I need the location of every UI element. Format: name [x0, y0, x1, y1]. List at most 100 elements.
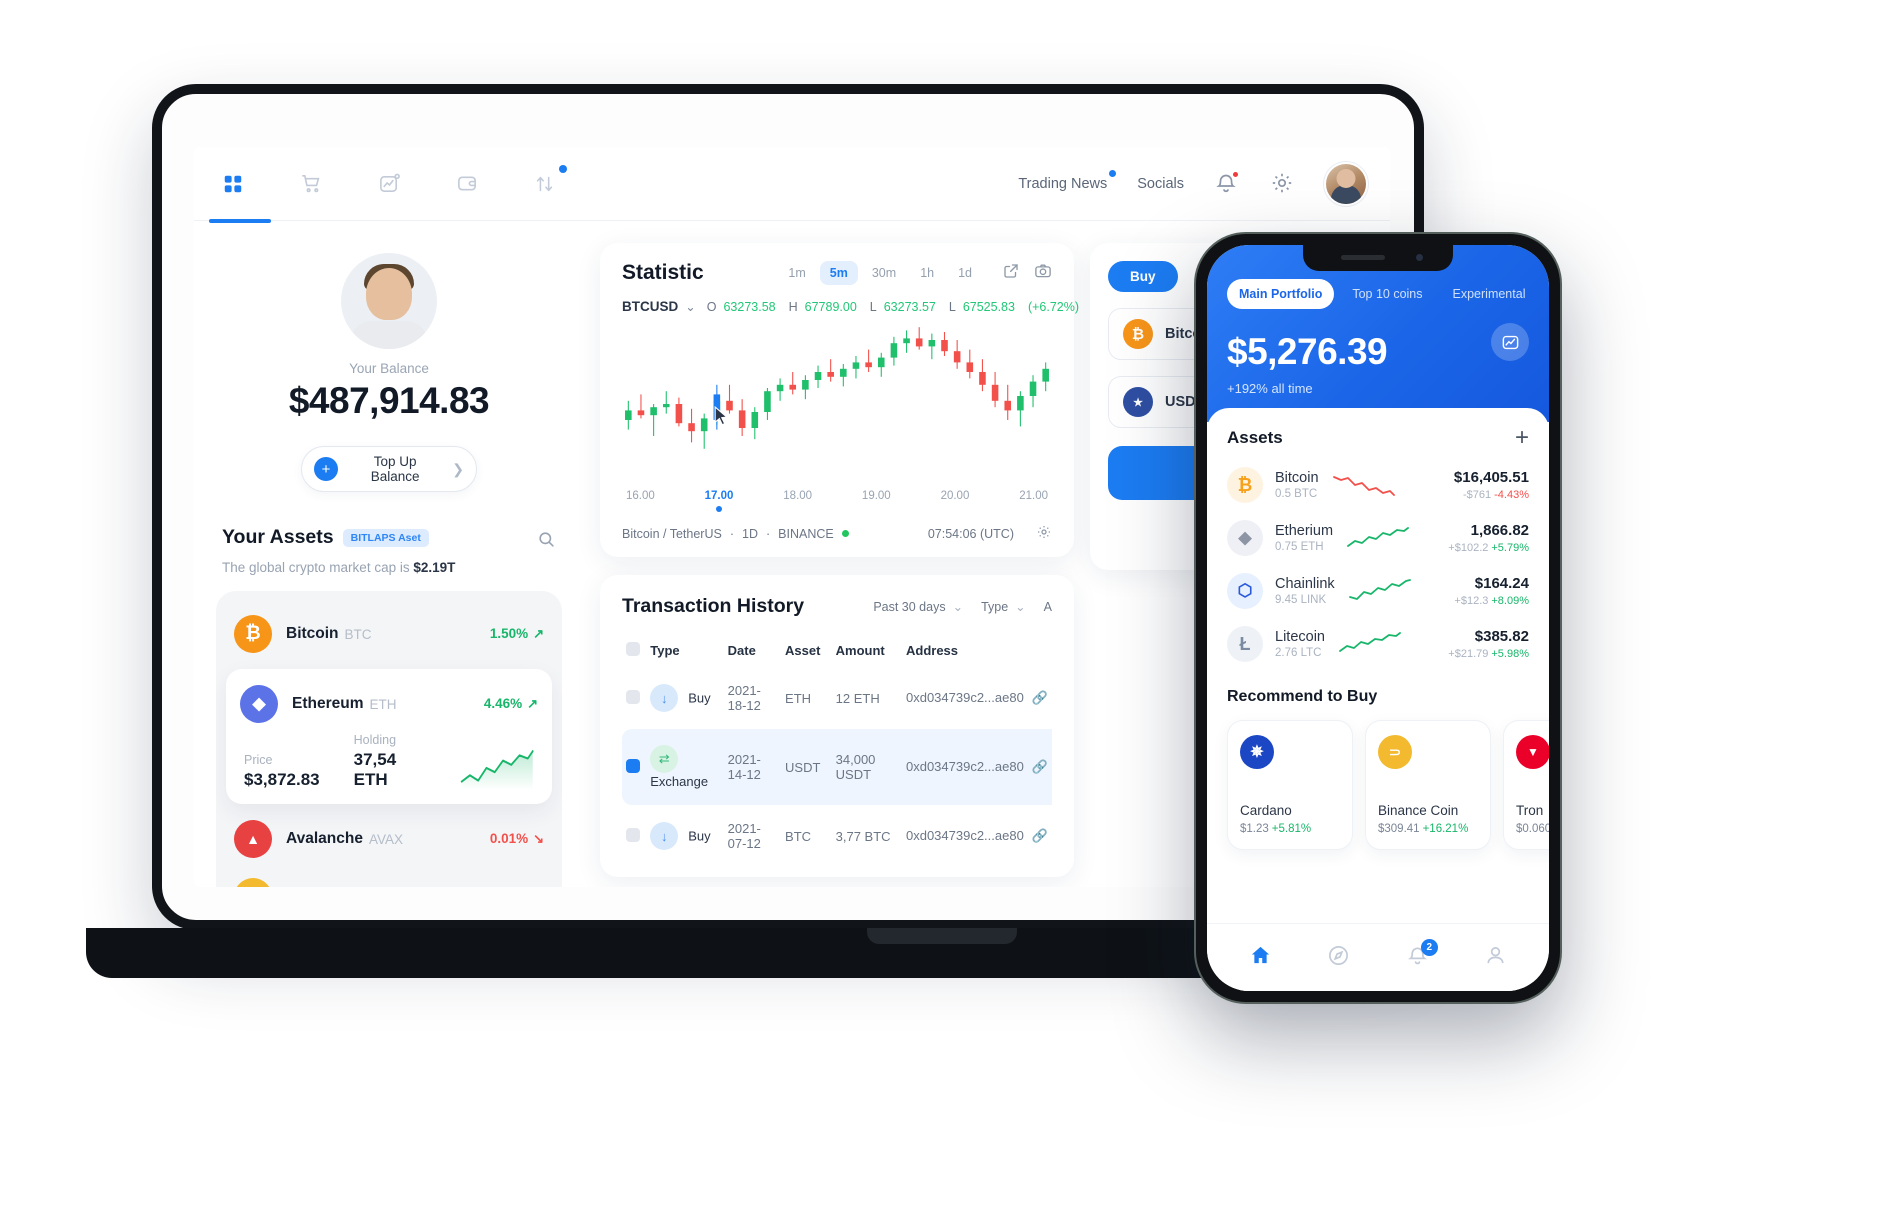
- nav-link-label: Socials: [1137, 175, 1184, 192]
- asset-delta: +$102.2: [1448, 542, 1489, 554]
- timeframe-30m[interactable]: 30m: [862, 261, 906, 285]
- timeframe-1d[interactable]: 1d: [948, 261, 982, 285]
- asset-symbol: ETH: [369, 696, 397, 712]
- filter-asset[interactable]: A: [1044, 600, 1052, 614]
- recommend-price: $1.23: [1240, 823, 1269, 835]
- tab-top-10-coins[interactable]: Top 10 coins: [1340, 279, 1434, 309]
- recommend-card-binance-coin[interactable]: ⸧ Binance Coin $309.41 +16.21%: [1365, 720, 1491, 850]
- asset-change: +$102.2 +5.79%: [1448, 542, 1529, 554]
- phone-asset-row-bitcoin[interactable]: ₿ Bitcoin 0.5 BTC $16,405.51 -$761 -4.43%: [1227, 467, 1529, 503]
- row-checkbox[interactable]: [626, 689, 640, 704]
- dashboard-grid-icon[interactable]: [209, 167, 271, 223]
- holding-label: Holding: [353, 733, 397, 747]
- filter-date-range[interactable]: Past 30 days ⌄: [873, 599, 963, 615]
- top-up-balance-button[interactable]: + Top Up Balance ❯: [301, 446, 477, 492]
- change-value: 0.01%: [489, 831, 529, 846]
- nav-right-group: Trading News Socials: [1018, 163, 1366, 204]
- asset-change: +$21.79 +5.98%: [1448, 648, 1529, 660]
- asset-name: Etherium: [1275, 523, 1334, 539]
- row-address: 0xd034739c2...ae80: [905, 759, 1024, 775]
- asset-pct: -4.43%: [1494, 489, 1529, 501]
- recommend-title: Recommend to Buy: [1227, 688, 1378, 705]
- column-address: Address: [905, 643, 959, 658]
- row-checkbox[interactable]: [626, 758, 640, 773]
- row-checkbox[interactable]: [626, 827, 640, 842]
- asset-info: Chainlink 9.45 LINK: [1275, 576, 1335, 606]
- external-link-icon[interactable]: [1002, 262, 1020, 285]
- asset-delta: +$21.79: [1448, 648, 1489, 660]
- exchange-icon: ⇄: [650, 745, 679, 773]
- chevron-right-icon: ❯: [452, 460, 464, 477]
- timeframe-5m[interactable]: 5m: [819, 261, 858, 285]
- mouse-cursor: [714, 405, 729, 431]
- camera-icon[interactable]: [1034, 262, 1052, 285]
- chevron-down-icon[interactable]: ⌄: [685, 299, 695, 314]
- bell-icon[interactable]: 2: [1406, 938, 1438, 972]
- high-key: H: [788, 299, 798, 314]
- settings-gear-icon[interactable]: [1270, 171, 1296, 197]
- wallet-icon[interactable]: [450, 167, 484, 201]
- asset-row-avalanche[interactable]: ▲ Avalanche AVAX 0.01% ↘: [216, 810, 562, 868]
- table-row[interactable]: ↓ Buy 2021-07-12 BTC 3,77 BTC 0xd034739c2…: [622, 805, 1052, 867]
- nav-link-trading-news[interactable]: Trading News: [1018, 169, 1117, 192]
- candlestick-chart[interactable]: [622, 324, 1052, 484]
- asset-price: 1,866.82: [1470, 522, 1529, 539]
- ticker-symbol[interactable]: BTCUSD: [622, 299, 678, 314]
- chart-photo-icon[interactable]: [372, 167, 406, 201]
- select-all-checkbox[interactable]: [626, 642, 640, 656]
- asset-card-ethereum[interactable]: ◆ Ethereum ETH 4.46% ↗ Price $3,872.83 H…: [226, 669, 552, 804]
- statistic-actions: [1002, 262, 1052, 285]
- cart-icon[interactable]: [294, 167, 328, 201]
- add-asset-button[interactable]: +: [1515, 426, 1529, 450]
- low-key: L: [869, 299, 877, 314]
- recommend-card-tron[interactable]: ▼ Tron $0.060+1: [1503, 720, 1549, 850]
- bitcoin-sparkline: [1332, 476, 1395, 496]
- link-icon[interactable]: 🔗: [1032, 690, 1048, 705]
- phone-asset-row-etherium[interactable]: ◆ Etherium 0.75 ETH 1,866.82 +$102.2 +5.7…: [1227, 520, 1529, 556]
- asset-row-binance[interactable]: ⸧ Binance BNB 12.22%↗: [216, 868, 562, 887]
- assets-section-header: Assets +: [1227, 426, 1529, 450]
- nav-link-socials[interactable]: Socials: [1137, 176, 1184, 192]
- home-icon[interactable]: [1249, 944, 1272, 972]
- filter-type[interactable]: Type ⌄: [981, 599, 1026, 615]
- chart-time: 07:54:06 (UTC): [927, 526, 1014, 541]
- compass-icon[interactable]: [1327, 944, 1350, 972]
- chart-settings-gear-icon[interactable]: [1036, 524, 1052, 543]
- link-icon[interactable]: 🔗: [1032, 759, 1048, 774]
- transaction-title: Transaction History: [622, 595, 805, 617]
- statistic-panel: Statistic 1m 5m 30m 1h 1d BTCUSD ⌄ O 632…: [600, 243, 1079, 557]
- asset-value: $16,405.51 -$761 -4.43%: [1454, 469, 1529, 501]
- timeframe-1h[interactable]: 1h: [910, 261, 944, 285]
- active-tab-underline: [209, 218, 271, 223]
- asset-price: $385.82: [1474, 628, 1529, 645]
- transfer-arrows-icon[interactable]: [528, 164, 567, 201]
- portfolio-chart-icon[interactable]: [1491, 323, 1529, 361]
- person-icon[interactable]: [1484, 944, 1507, 972]
- trading-news-dot: [1109, 169, 1117, 177]
- price-value: $3,872.83: [244, 770, 320, 789]
- recommend-card-cardano[interactable]: ✵ Cardano $1.23 +5.81%: [1227, 720, 1353, 850]
- asset-change: 4.46% ↗: [484, 696, 538, 712]
- search-icon[interactable]: [537, 530, 556, 554]
- asset-quantity: 0.75 ETH: [1275, 541, 1324, 553]
- cardano-icon: ✵: [1240, 735, 1274, 769]
- binance-icon: ⸧: [234, 878, 272, 887]
- table-row[interactable]: ↓ Buy 2021-18-12 ETH 12 ETH 0xd034739c2..…: [622, 667, 1052, 729]
- tab-main-portfolio[interactable]: Main Portfolio: [1227, 279, 1335, 309]
- column-amount: Amount: [835, 643, 885, 658]
- transaction-table: Type Date Asset Amount Address ↓ Buy 202…: [622, 634, 1052, 867]
- phone-asset-row-litecoin[interactable]: Ł Litecoin 2.76 LTC $385.82 +$21.79 +5.98…: [1227, 626, 1529, 662]
- column-asset: Asset: [785, 643, 821, 658]
- dot-sep: ·: [729, 526, 734, 541]
- notification-bell-icon[interactable]: [1214, 170, 1240, 197]
- timeframe-1m[interactable]: 1m: [778, 261, 815, 285]
- asset-row-bitcoin[interactable]: ₿ Bitcoin BTC 1.50% ↗: [216, 605, 562, 663]
- link-icon[interactable]: 🔗: [1032, 828, 1048, 843]
- holding-value: 37,54 ETH: [353, 750, 397, 789]
- phone-asset-row-chainlink[interactable]: ⬡ Chainlink 9.45 LINK $164.24 +$12.3 +8.0…: [1227, 573, 1529, 609]
- table-row[interactable]: ⇄Exchange 2021-14-12 USDT 34,000 USDT 0x…: [622, 729, 1052, 806]
- tab-buy[interactable]: Buy: [1108, 261, 1178, 292]
- tab-experimental[interactable]: Experimental: [1441, 279, 1538, 309]
- price-label: Price: [244, 753, 273, 767]
- user-avatar-nav[interactable]: [1326, 163, 1366, 204]
